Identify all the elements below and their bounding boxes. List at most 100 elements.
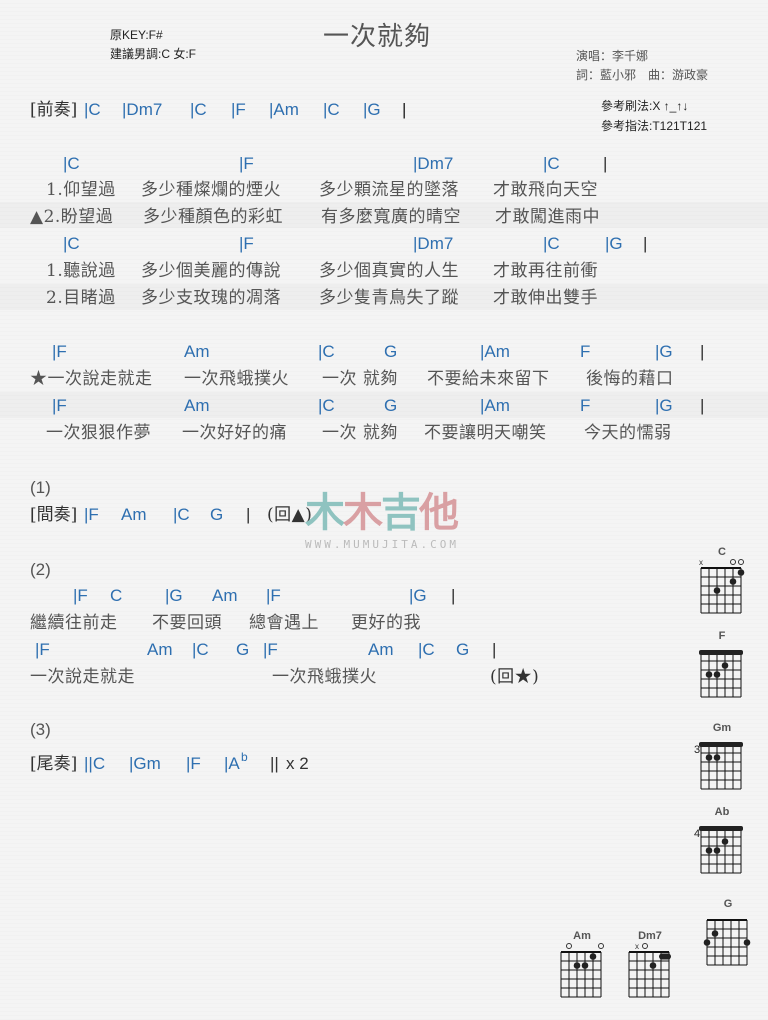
chord-diagram-name: F xyxy=(718,630,726,642)
lyric: 一次 就夠 xyxy=(322,423,398,443)
chord-grid xyxy=(699,742,743,790)
chord-diagram-name: C xyxy=(718,546,726,558)
chord: |Dm7 xyxy=(413,154,454,173)
finger-dot xyxy=(649,962,657,969)
chord-grid xyxy=(699,650,743,698)
part1-number: (1) xyxy=(30,478,51,497)
lyric: 後悔的藉口 xyxy=(586,369,674,389)
lyric: 多少個美麗的傳說 xyxy=(141,261,281,281)
verse1-chords: |C |F |Dm7 |C | xyxy=(0,152,768,176)
lyric: 一次飛蛾撲火 xyxy=(272,667,377,687)
chord: G xyxy=(456,640,470,659)
lyric: 多少顆流星的墜落 xyxy=(319,180,459,200)
finger-dot xyxy=(721,838,729,845)
finger-dot xyxy=(703,939,711,946)
lyric: 一次說走就走 xyxy=(30,667,135,687)
interlude-label: [間奏] xyxy=(30,505,78,525)
chord: |G xyxy=(655,342,673,361)
song-title: 一次就夠 xyxy=(323,21,432,51)
chord: |C xyxy=(190,100,207,119)
finger-dot xyxy=(573,962,581,969)
chord: |F xyxy=(239,234,254,253)
intro-label: [前奏] xyxy=(30,100,78,120)
chord-diagram-name: G xyxy=(723,898,733,910)
chord-diagram-c: Cx xyxy=(699,546,747,635)
repeat-marker: (回★) xyxy=(490,667,540,687)
writers: 詞：藍小邪 曲：游政豪 xyxy=(576,68,709,82)
bar-line: | xyxy=(700,342,705,361)
chord-diagram-name: Dm7 xyxy=(638,930,662,942)
lyric: 才敢再往前衝 xyxy=(493,261,598,281)
chord: |G xyxy=(655,396,673,415)
chord: |F xyxy=(52,396,67,415)
chord: |Am xyxy=(480,342,510,361)
part2-lyrics-1: 繼續往前走 不要回頭 總會遇上 更好的我 xyxy=(0,611,768,635)
chord-diagram-name: Gm xyxy=(712,722,732,734)
finger-dot xyxy=(729,578,737,585)
finger-dot xyxy=(705,671,713,678)
partial-barre xyxy=(659,953,671,960)
chord: |C xyxy=(418,640,435,659)
chord: |C xyxy=(63,234,80,253)
chord-grid xyxy=(699,826,743,874)
chord-diagram-am: Am xyxy=(560,930,607,1019)
chord: |F xyxy=(263,640,278,659)
bar-line: | xyxy=(643,234,648,253)
original-key: 原KEY:F# xyxy=(110,28,163,42)
watermark-url: WWW.MUMUJITA.COM xyxy=(305,538,459,551)
singer: 演唱：李千娜 xyxy=(576,49,649,63)
part2-chords-2: |F Am |C G |F Am |C G | xyxy=(0,638,768,662)
chord: |C xyxy=(543,234,560,253)
lyric: 一次 就夠 xyxy=(322,369,398,389)
lyric: 1.聽說過 xyxy=(46,261,116,281)
finger-dot xyxy=(705,847,713,854)
part2-number: (2) xyxy=(30,560,51,579)
lyric: 多少種燦爛的煙火 xyxy=(141,180,281,200)
lyric: 總會遇上 xyxy=(249,613,319,633)
chord: |C xyxy=(84,100,101,119)
finger-dot xyxy=(743,939,751,946)
chord: |F xyxy=(186,754,201,773)
chord-grid: x xyxy=(699,558,745,614)
chord: |C xyxy=(63,154,80,173)
finger-dot xyxy=(589,953,597,960)
chord-diagram-ab: Ab 4 xyxy=(694,806,747,895)
chord: |G xyxy=(363,100,381,119)
finger-dot xyxy=(721,662,729,669)
finger-dot xyxy=(737,569,745,576)
lyric: 繼續往前走 xyxy=(30,613,118,633)
chord-diagram-name: Am xyxy=(573,930,591,942)
part2-chords-1: |F C |G Am |F |G | xyxy=(0,584,768,608)
chord: |C xyxy=(173,505,190,524)
lyric: 才敢飛向天空 xyxy=(493,180,598,200)
finger-dot xyxy=(581,962,589,969)
chord-diagram-name: Ab xyxy=(714,806,730,818)
chord: Am xyxy=(147,640,173,659)
chord: |G xyxy=(605,234,623,253)
chord: F xyxy=(580,342,591,361)
muted-string-marker: x xyxy=(699,558,703,567)
chord: |F xyxy=(266,586,281,605)
open-string-marker xyxy=(738,559,744,565)
lyric: 不要回頭 xyxy=(152,613,222,633)
muted-string-marker: x xyxy=(635,942,639,951)
lyric: 一次狠狠作夢 xyxy=(46,423,151,443)
lyric: 2.目睹過 xyxy=(46,288,116,308)
chord-diagram-f: F xyxy=(699,630,747,719)
suggested-key: 建議男調:C 女:F xyxy=(110,47,196,61)
chord-diagram-dm7: Dm7 x xyxy=(628,930,675,1019)
fret-number: 3 xyxy=(694,744,701,756)
verse1-lyrics-2: ▲2.盼望過 多少種顏色的彩虹 有多麼寬廣的晴空 才敢闖進雨中 xyxy=(0,205,768,229)
verse2-chords: |C |F |Dm7 |C |G | xyxy=(0,232,768,256)
lyric: 多少隻青鳥失了蹤 xyxy=(319,288,459,308)
intro-line: [前奏] |C |Dm7 |C |F |Am |C |G | xyxy=(30,98,450,122)
chord: Am xyxy=(184,342,210,361)
barre xyxy=(699,826,743,831)
lyric: 才敢闖進雨中 xyxy=(495,207,600,227)
part3-number: (3) xyxy=(30,720,51,739)
finger-dot xyxy=(713,671,721,678)
lyric: 多少個真實的人生 xyxy=(319,261,459,281)
finger-dot xyxy=(713,754,721,761)
lyric: 才敢伸出雙手 xyxy=(493,288,598,308)
chord: G xyxy=(384,342,398,361)
